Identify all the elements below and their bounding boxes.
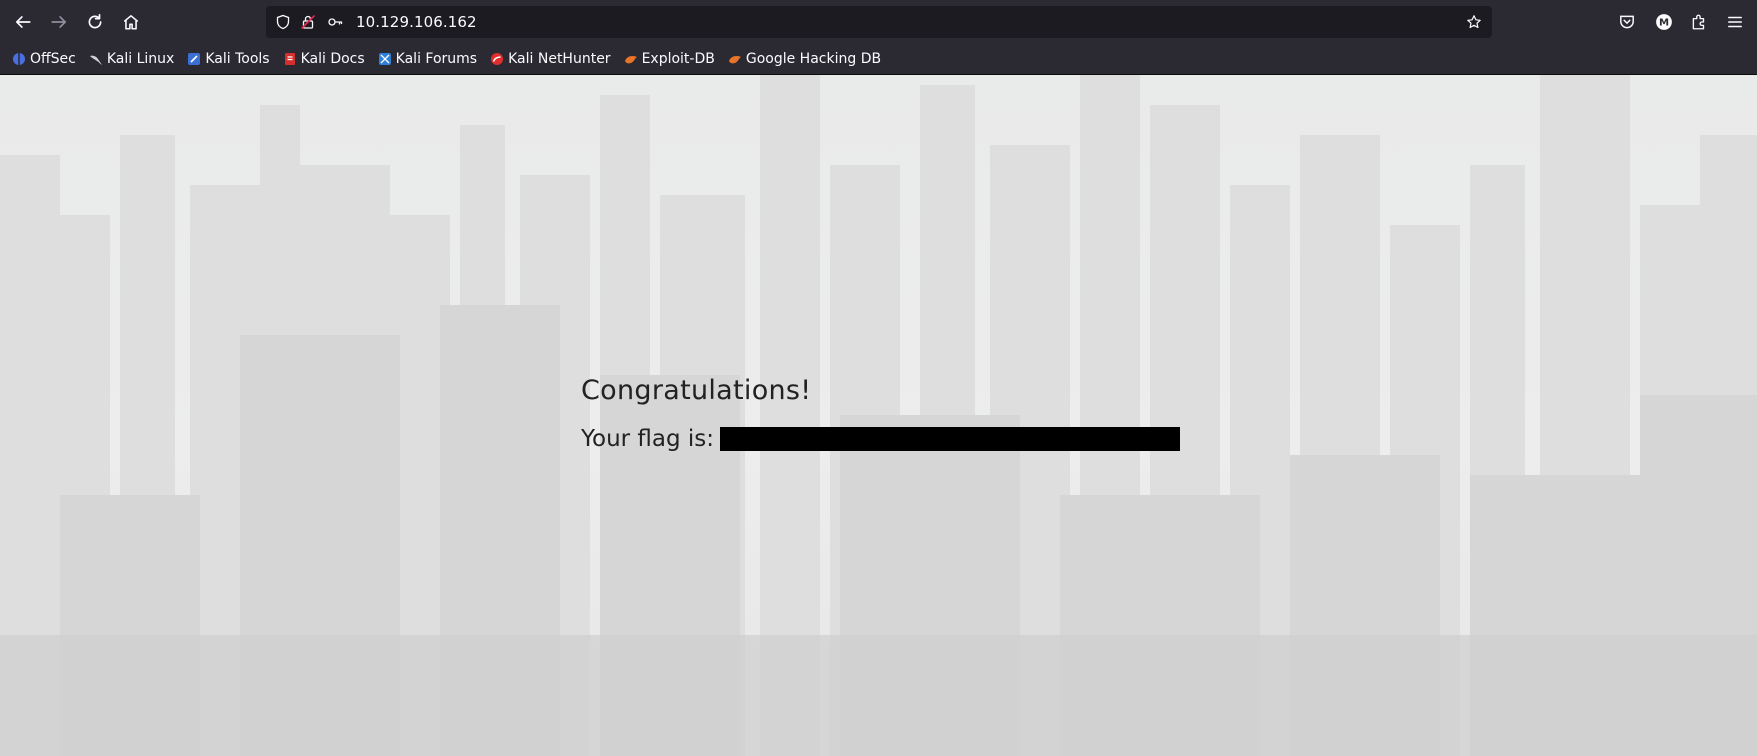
home-icon (123, 15, 139, 30)
kali-linux-icon (89, 52, 103, 66)
reload-button[interactable] (81, 8, 109, 36)
hamburger-menu-icon (1728, 16, 1742, 28)
saved-logins-key-icon[interactable] (326, 13, 344, 31)
bookmark-exploit-db[interactable]: Exploit-DB (624, 47, 719, 71)
forward-arrow-icon (51, 16, 67, 28)
congratulations-panel: Congratulations! Your flag is: (581, 375, 1181, 452)
pocket-icon (1620, 15, 1634, 29)
kali-nethunter-icon (490, 52, 504, 66)
bookmark-star-icon[interactable] (1465, 13, 1483, 31)
kali-forums-icon (378, 52, 392, 66)
browser-chrome: 10.129.106.162 M OffSec Kali Linux Kali … (0, 0, 1757, 74)
flag-row: Your flag is: (581, 426, 1181, 452)
bookmark-google-hacking-db[interactable]: Google Hacking DB (728, 47, 885, 71)
menu-button[interactable] (1721, 8, 1749, 36)
redacted-flag-value (720, 427, 1181, 451)
bookmark-label: Google Hacking DB (745, 51, 882, 67)
exploit-db-icon (624, 52, 638, 66)
account-button[interactable]: M (1650, 8, 1678, 36)
home-button[interactable] (117, 8, 145, 36)
flag-label: Your flag is: (581, 426, 715, 452)
kali-docs-icon (283, 52, 297, 66)
bookmark-label: Kali Docs (300, 51, 365, 67)
back-button[interactable] (9, 8, 37, 36)
svg-text:M: M (1659, 18, 1669, 29)
page-viewport: Congratulations! Your flag is: (0, 75, 1757, 756)
back-arrow-icon (15, 16, 31, 28)
bookmark-kali-nethunter[interactable]: Kali NetHunter (490, 47, 614, 71)
bookmark-label: Exploit-DB (641, 51, 715, 67)
bookmark-label: Kali NetHunter (508, 51, 611, 67)
browser-toolbar: 10.129.106.162 M (0, 0, 1757, 44)
reload-icon (88, 13, 102, 29)
bookmark-kali-tools[interactable]: Kali Tools (187, 47, 273, 71)
bookmark-label: Kali Forums (395, 51, 478, 67)
insecure-lock-icon[interactable] (299, 13, 317, 31)
bookmark-offsec[interactable]: OffSec (12, 47, 80, 71)
google-hacking-db-icon (728, 52, 742, 66)
bookmark-kali-linux[interactable]: Kali Linux (89, 47, 178, 71)
pocket-button[interactable] (1613, 8, 1641, 36)
offsec-icon (12, 52, 26, 66)
forward-button[interactable] (45, 8, 73, 36)
account-avatar-icon: M (1656, 14, 1672, 30)
puzzle-icon (1692, 14, 1705, 30)
bookmark-kali-docs[interactable]: Kali Docs (283, 47, 369, 71)
bookmark-label: Kali Tools (205, 51, 270, 67)
bookmark-kali-forums[interactable]: Kali Forums (378, 47, 481, 71)
page-title: Congratulations! (581, 375, 812, 406)
kali-tools-icon (187, 52, 201, 66)
bookmark-label: OffSec (30, 51, 76, 67)
extensions-button[interactable] (1685, 8, 1713, 36)
url-text[interactable]: 10.129.106.162 (356, 13, 477, 31)
address-bar[interactable]: 10.129.106.162 (266, 6, 1492, 38)
city-skyline-background (0, 75, 1757, 756)
bookmarks-toolbar: OffSec Kali Linux Kali Tools Kali Docs K… (0, 44, 1757, 74)
bookmark-label: Kali Linux (106, 51, 175, 67)
tracking-protection-shield-icon[interactable] (274, 13, 292, 31)
